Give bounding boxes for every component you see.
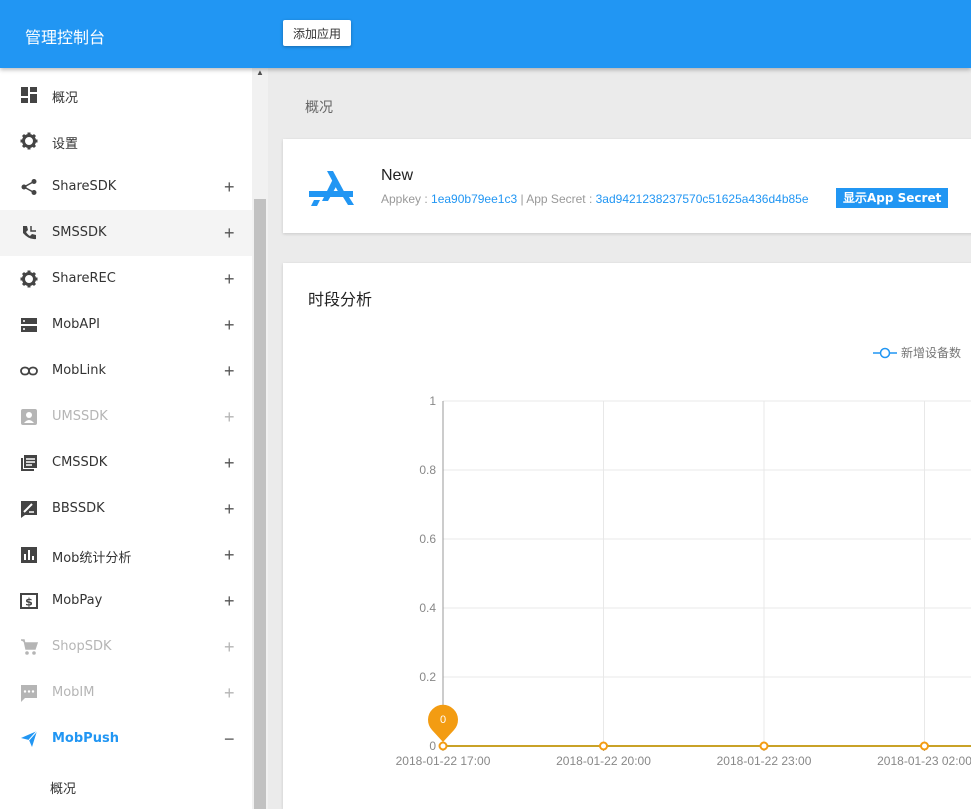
- sidebar-item-mobim: MobIM +: [0, 670, 252, 716]
- sidebar-item-label: MobIM: [52, 685, 95, 700]
- sidebar-item-cmssdk[interactable]: CMSSDK +: [0, 440, 252, 486]
- sidebar-item-label: ShareSDK: [52, 179, 117, 194]
- series-point: [920, 741, 929, 751]
- sidebar: 概况 设置 ShareSDK + SMSSDK + ShareREC + MobAPI + MobL…: [0, 68, 252, 809]
- sidebar-item-sharerec[interactable]: ShareREC +: [0, 256, 252, 302]
- sidebar-item-umssdk: UMSSDK +: [0, 394, 252, 440]
- expand-plus-icon[interactable]: +: [224, 177, 235, 198]
- expand-plus-icon[interactable]: +: [224, 637, 235, 658]
- chat-icon: [21, 685, 37, 702]
- bar-chart-icon: [21, 547, 37, 563]
- appkey-label: Appkey :: [381, 192, 432, 206]
- expand-plus-icon[interactable]: +: [224, 361, 235, 382]
- user-box-icon: [21, 409, 37, 425]
- phone-icon: [23, 226, 36, 240]
- sidebar-item-moblink[interactable]: MobLink +: [0, 348, 252, 394]
- sidebar-item-label: BBSSDK: [52, 501, 105, 516]
- sidebar-scrollbar-thumb[interactable]: [254, 199, 266, 809]
- sidebar-item-label: SMSSDK: [52, 225, 107, 240]
- app-keys-line: Appkey : 1ea90b79ee1c3 | App Secret : 3a…: [381, 192, 809, 206]
- show-secret-button[interactable]: 显示App Secret: [836, 188, 949, 208]
- share-icon: [21, 179, 37, 195]
- sidebar-item-mobpush[interactable]: MobPush −: [0, 716, 252, 762]
- expand-plus-icon[interactable]: +: [224, 545, 235, 566]
- sidebar-item-smssdk[interactable]: SMSSDK +: [0, 210, 252, 256]
- app-secret-label: App Secret :: [526, 192, 596, 206]
- sidebar-item-label: MobPush: [52, 731, 119, 746]
- server-icon: [21, 318, 37, 332]
- cart-icon: [21, 639, 38, 655]
- sidebar-item-label: Mob统计分析: [52, 551, 132, 566]
- y-tick-label: 0.8: [419, 463, 436, 477]
- expand-plus-icon[interactable]: +: [224, 499, 235, 520]
- sidebar-item-label: MobAPI: [52, 317, 100, 332]
- sidebar-item-bbssdk[interactable]: BBSSDK +: [0, 486, 252, 532]
- sidebar-item-label: 设置: [52, 137, 79, 152]
- y-tick-label: 0.6: [419, 532, 436, 546]
- sidebar-item-label: UMSSDK: [52, 409, 108, 424]
- top-bar: 管理控制台 添加应用: [0, 0, 971, 68]
- expand-plus-icon[interactable]: +: [224, 269, 235, 290]
- expand-plus-icon[interactable]: +: [224, 591, 235, 612]
- sidebar-subitem-overview[interactable]: 概况: [50, 778, 76, 797]
- appkey-value: 1ea90b79ee1c3: [431, 192, 518, 206]
- brand-title: 管理控制台: [25, 28, 106, 47]
- expand-plus-icon[interactable]: +: [224, 223, 235, 244]
- dashboard-icon: [21, 87, 37, 103]
- svg-text:$: $: [25, 596, 33, 609]
- sidebar-item-sharesdk[interactable]: ShareSDK +: [0, 164, 252, 210]
- sidebar-item-shopsdk: ShopSDK +: [0, 624, 252, 670]
- expand-plus-icon[interactable]: +: [224, 315, 235, 336]
- expand-plus-icon[interactable]: +: [224, 453, 235, 474]
- app-info-card: New Appkey : 1ea90b79ee1c3 | App Secret …: [283, 139, 971, 233]
- library-icon: [21, 455, 37, 471]
- x-tick-label: 2018-01-22 20:00: [556, 754, 651, 768]
- collapse-minus-icon[interactable]: −: [224, 729, 235, 750]
- time-analysis-card: 时段分析 新增设备数 1 0.8 0.6 0.4 0.2 0 2018-01-22 17:0…: [283, 263, 971, 809]
- expand-plus-icon[interactable]: +: [224, 683, 235, 704]
- y-tick-label: 0.4: [419, 601, 436, 615]
- sidebar-item-mobapi[interactable]: MobAPI +: [0, 302, 252, 348]
- dollar-icon: $: [20, 593, 38, 609]
- add-app-button[interactable]: 添加应用: [283, 20, 351, 46]
- app-name: New: [381, 167, 414, 184]
- gear-icon: [20, 132, 38, 150]
- x-tick-label: 2018-01-22 17:00: [396, 754, 491, 768]
- key-separator: |: [517, 192, 527, 206]
- sidebar-item-概况[interactable]: 概况: [0, 72, 252, 118]
- sidebar-item-label: CMSSDK: [52, 455, 108, 470]
- x-tick-label: 2018-01-22 23:00: [717, 754, 812, 768]
- link-icon: [20, 366, 38, 376]
- sidebar-item-label: MobPay: [52, 593, 103, 608]
- sidebar-item-设置[interactable]: 设置: [0, 118, 252, 164]
- sidebar-item-label: ShareREC: [52, 271, 116, 286]
- send-icon: [21, 730, 38, 747]
- x-tick-label: 2018-01-23 02:00: [877, 754, 971, 768]
- series-point: [759, 741, 769, 751]
- expand-plus-icon[interactable]: +: [224, 407, 235, 428]
- series-point: [599, 741, 608, 751]
- line-chart: 10.80.60.40.202018-01-22 17:00 2018-01-22…: [396, 394, 971, 768]
- y-tick-label: 0: [429, 739, 436, 753]
- sidebar-item-mob统计分析[interactable]: Mob统计分析 +: [0, 532, 252, 578]
- sidebar-item-label: MobLink: [52, 363, 107, 378]
- forum-edit-icon: [21, 501, 37, 518]
- gear-icon: [20, 270, 38, 288]
- scroll-up-arrow-icon[interactable]: ▲: [256, 68, 264, 77]
- value-pin-label: 0: [440, 714, 446, 726]
- sidebar-item-label: ShopSDK: [52, 639, 112, 654]
- series-point: [438, 741, 448, 751]
- app-store-icon: [309, 171, 354, 206]
- y-tick-label: 0.2: [419, 670, 436, 684]
- sidebar-item-mobpay[interactable]: $ MobPay +: [0, 578, 252, 624]
- sidebar-item-label: 概况: [52, 91, 79, 106]
- y-tick-label: 1: [429, 394, 436, 408]
- app-secret-value: 3ad9421238237570c51625a436d4b85e: [595, 192, 809, 206]
- breadcrumb: 概况: [305, 100, 333, 116]
